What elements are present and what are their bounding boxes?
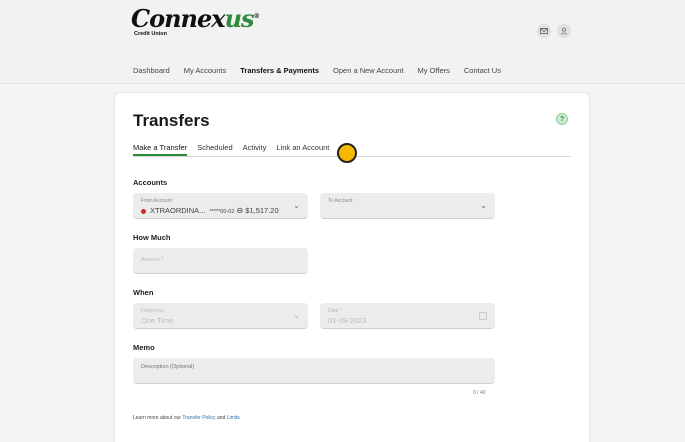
tab-scheduled[interactable]: Scheduled (197, 143, 232, 156)
tab-link-account[interactable]: Link an Account (276, 143, 329, 156)
user-icon[interactable] (557, 24, 571, 38)
chevron-down-icon: ⌄ (480, 201, 487, 210)
nav-contact-us[interactable]: Contact Us (464, 66, 501, 75)
transfer-policy-link[interactable]: Transfer Policy (182, 415, 215, 421)
calendar-icon[interactable] (479, 312, 487, 320)
from-account-select[interactable]: From Account XTRAORDINA... *****00-02 ⊖ … (133, 193, 308, 219)
nav-transfers-payments[interactable]: Transfers & Payments (240, 66, 319, 75)
nav-dashboard[interactable]: Dashboard (133, 66, 170, 75)
frequency-select[interactable]: Frequency One Time ⌄ (133, 303, 308, 329)
learn-more-text: Learn more about our Transfer Policy and… (133, 415, 240, 421)
memo-input[interactable]: Description (Optional) (133, 358, 495, 384)
chevron-down-icon: ⌄ (293, 311, 300, 320)
tab-make-transfer[interactable]: Make a Transfer (133, 143, 188, 156)
main-nav: Dashboard My Accounts Transfers & Paymen… (133, 66, 515, 75)
to-account-select[interactable]: To Account ⌄ (320, 193, 495, 219)
chevron-down-icon: ⌄ (293, 201, 300, 210)
cursor-indicator (337, 143, 357, 163)
help-icon[interactable]: ? (556, 113, 568, 125)
date-input[interactable]: Date * 01-09-2023 (320, 303, 495, 329)
memo-counter: 0 / 40 (473, 390, 486, 396)
account-dot (141, 208, 146, 214)
top-header: Connexus® Credit Union Dashboard My Acco… (0, 0, 685, 84)
from-account-value: XTRAORDINA... *****00-02 ⊖ $1,517.20 (141, 206, 279, 215)
nav-my-offers[interactable]: My Offers (418, 66, 450, 75)
accounts-heading: Accounts (133, 178, 168, 187)
nav-my-accounts[interactable]: My Accounts (184, 66, 227, 75)
nav-open-account[interactable]: Open a New Account (333, 66, 403, 75)
balance-icon: ⊖ (236, 206, 244, 215)
mail-icon[interactable] (537, 24, 551, 38)
limits-link[interactable]: Limits (227, 415, 240, 421)
connexus-logo[interactable]: Connexus® Credit Union (131, 4, 260, 40)
tab-activity[interactable]: Activity (243, 143, 267, 156)
amount-input[interactable]: Amount * (133, 248, 308, 274)
when-heading: When (133, 288, 154, 297)
how-much-heading: How Much (133, 233, 171, 242)
memo-heading: Memo (133, 343, 155, 352)
logo-subtitle: Credit Union (134, 31, 167, 37)
page-title: Transfers (133, 111, 210, 130)
